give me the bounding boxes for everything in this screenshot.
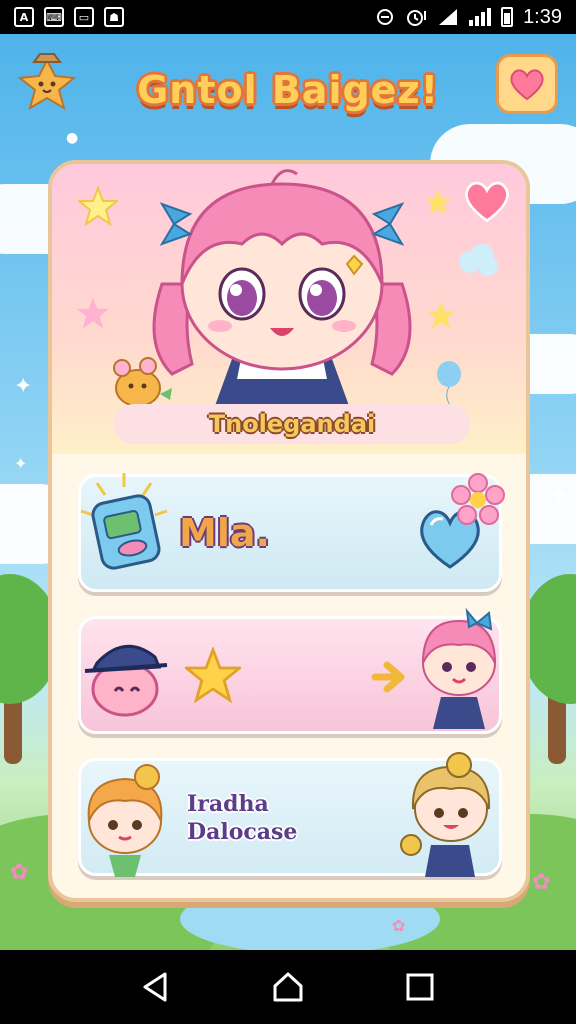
- recents-button[interactable]: [400, 967, 440, 1007]
- flower-icon: ✿: [392, 916, 406, 935]
- navigation-bar: [0, 950, 576, 1024]
- battery-icon: [501, 7, 514, 27]
- menu-row-characters[interactable]: [78, 607, 502, 734]
- star-icon: [78, 186, 118, 226]
- keyboard-icon: ⌨: [44, 7, 64, 27]
- sparkle-icon: ✦: [14, 374, 33, 399]
- chibi-coin-boy-icon: [400, 752, 491, 877]
- hat-creature-icon: [84, 644, 168, 717]
- row-label-line2: Dalocase: [187, 819, 298, 845]
- home-icon: [273, 972, 303, 1002]
- photo-icon: ☗: [104, 7, 124, 27]
- app-screen: ✦ ✦ ✦ ● ✿ ✿ ✿ Gntol Baigez! Tnolegandai …: [0, 34, 576, 950]
- a-icon: A: [14, 7, 34, 27]
- menu-row-database[interactable]: Iradha Dalocase: [78, 752, 502, 877]
- row-label-line1: Iradha: [187, 791, 269, 817]
- flower-icon: [451, 473, 505, 525]
- alarm-icon: [407, 10, 427, 26]
- flower-icon: ✿: [10, 860, 29, 885]
- heart-icon: [465, 181, 509, 223]
- wifi-icon: [439, 9, 458, 25]
- sparkle-icon: ✦: [14, 454, 28, 473]
- cloud-icon: [459, 244, 498, 276]
- heart-icon: [510, 69, 544, 101]
- back-button[interactable]: [136, 967, 176, 1007]
- recents-icon: [406, 973, 434, 1001]
- sparkle-icon: ●: [66, 130, 79, 146]
- character-name: Tnolegandai: [208, 410, 376, 438]
- chibi-boy-icon: [87, 764, 163, 877]
- square-icon: ▭: [74, 7, 94, 27]
- chibi-girl-icon: [422, 607, 496, 729]
- sparkle-icon: ✦: [550, 484, 569, 509]
- star-mascot-icon[interactable]: [14, 50, 80, 114]
- flower-icon: ✿: [532, 870, 551, 895]
- star-icon: [76, 297, 110, 329]
- back-icon: [143, 972, 167, 1002]
- profile-card: Tnolegandai Mla. Iradha Dalocase: [48, 160, 530, 902]
- status-right: 1:39: [375, 6, 562, 29]
- menu-row-mla[interactable]: Mla.: [78, 473, 505, 592]
- status-bar: A ⌨ ▭ ☗ 1:39: [0, 0, 576, 34]
- page-title: Gntol Baigez!: [137, 68, 439, 112]
- game-console-icon: [80, 473, 168, 570]
- character-hero: Tnolegandai: [52, 164, 526, 454]
- arrow-right-icon: [371, 661, 405, 693]
- row-label-group: Iradha Dalocase: [187, 791, 297, 845]
- clock: 1:39: [523, 5, 562, 28]
- star-icon: [185, 647, 241, 703]
- signal-icon: [469, 8, 492, 26]
- favorite-button[interactable]: [496, 54, 558, 114]
- status-left: A ⌨ ▭ ☗: [14, 7, 124, 27]
- row-label: Mla.: [179, 511, 270, 555]
- vibrate-icon: [377, 9, 394, 25]
- home-button[interactable]: [268, 967, 308, 1007]
